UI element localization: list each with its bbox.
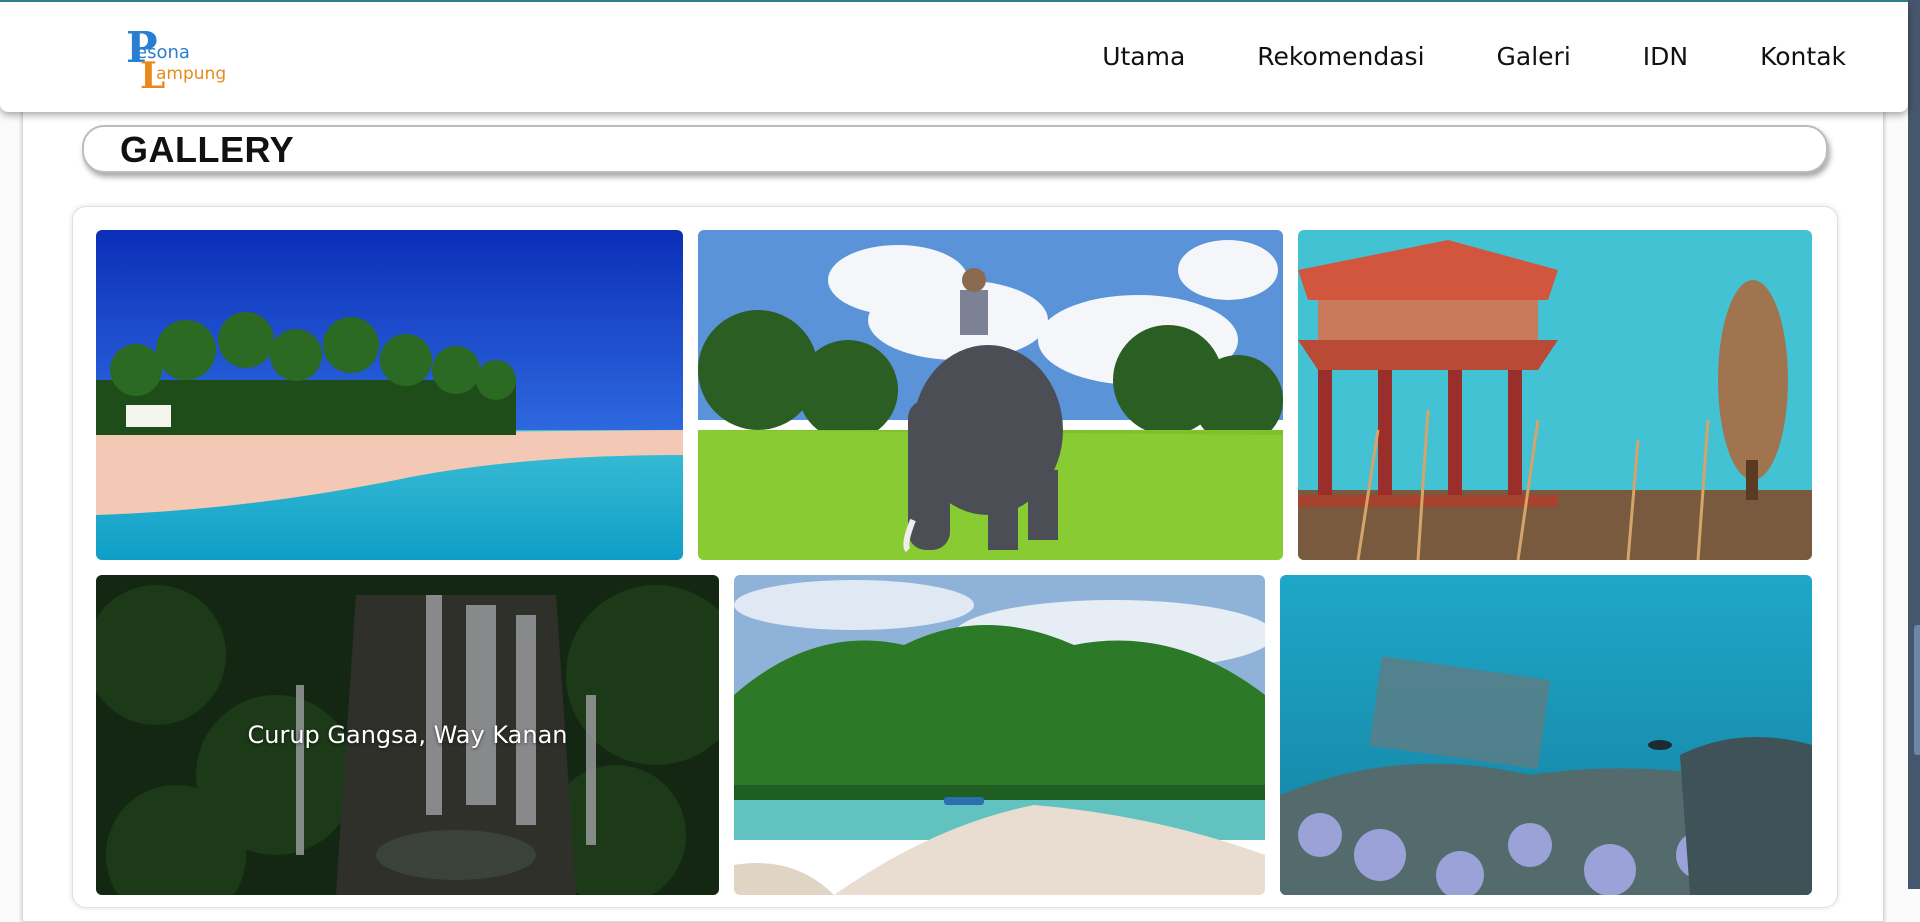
- tile-caption: Curup Gangsa, Way Kanan: [247, 721, 568, 749]
- pagoda-photo: [1298, 230, 1812, 560]
- gallery-tile-waterfall[interactable]: Curup Gangsa, Way Kanan: [96, 575, 719, 895]
- elephant-photo: [698, 230, 1283, 560]
- gallery-tile-pagoda[interactable]: [1298, 230, 1812, 560]
- nav-link-idn[interactable]: IDN: [1643, 42, 1688, 71]
- gallery-tile-beach[interactable]: [96, 230, 683, 560]
- window-edge: [1908, 0, 1920, 889]
- page-title: GALLERY: [120, 129, 295, 170]
- island-beach-photo: [734, 575, 1265, 895]
- nav-link-rekomendasi[interactable]: Rekomendasi: [1257, 42, 1424, 71]
- gallery-tile-underwater[interactable]: [1280, 575, 1812, 895]
- gallery-tile-island[interactable]: [734, 575, 1265, 895]
- brand-logo[interactable]: P esona L ampung: [126, 27, 228, 95]
- scrollbar-thumb[interactable]: [1914, 625, 1920, 755]
- gallery-tile-elephant[interactable]: [698, 230, 1283, 560]
- beach-palm-photo: [96, 230, 683, 560]
- underwater-sign-photo: [1280, 575, 1812, 895]
- top-accent-line: [0, 0, 1908, 2]
- nav-link-galeri[interactable]: Galeri: [1497, 42, 1571, 71]
- navbar: P esona L ampung Utama Rekomendasi Galer…: [0, 2, 1908, 112]
- main-nav: Utama Rekomendasi Galeri IDN Kontak: [1102, 42, 1846, 71]
- gallery-title-bar: GALLERY: [82, 125, 1828, 173]
- nav-link-kontak[interactable]: Kontak: [1760, 42, 1846, 71]
- logo-text-ampung: ampung: [156, 64, 227, 84]
- nav-link-utama[interactable]: Utama: [1102, 42, 1185, 71]
